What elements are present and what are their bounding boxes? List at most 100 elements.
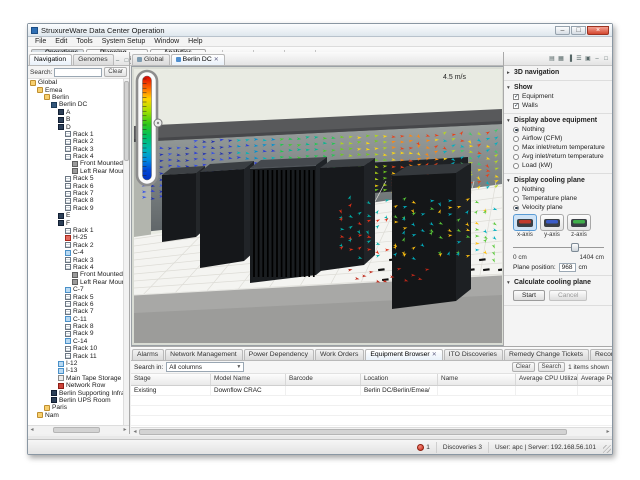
table-search-button[interactable]: Search — [538, 362, 566, 372]
tree-item-c-14[interactable]: C-14 — [28, 338, 123, 345]
bottom-tab-network-management[interactable]: Network Management — [165, 349, 243, 360]
menu-edit[interactable]: Edit — [51, 38, 71, 45]
tree-item-global[interactable]: Global — [28, 79, 123, 86]
split-view-icon[interactable]: ▐ — [566, 55, 574, 63]
bottom-tab-power-dependency[interactable]: Power Dependency — [244, 349, 314, 360]
tree-item-d[interactable]: D — [28, 123, 123, 130]
tree-item-rack-3[interactable]: Rack 3 — [28, 146, 123, 153]
radio-nothing[interactable]: Nothing — [504, 185, 612, 194]
tree-item-paris[interactable]: Paris — [28, 404, 123, 411]
tree-item-berlin-dc[interactable]: Berlin DC — [28, 101, 123, 108]
slider-thumb[interactable] — [571, 243, 579, 252]
column-name[interactable]: Name — [438, 374, 516, 385]
radio-load-kw[interactable]: Load (kW) — [504, 161, 612, 170]
tree-item-rack-7[interactable]: Rack 7 — [28, 308, 123, 315]
tree-item-berlin-supporting-infrastru[interactable]: Berlin Supporting Infrastru — [28, 389, 123, 396]
checkbox-equipment[interactable]: ✓Equipment — [504, 92, 612, 101]
tree-item-rack-1[interactable]: Rack 1 — [28, 131, 123, 138]
tree-item-berlin-ups-room[interactable]: Berlin UPS Room — [28, 397, 123, 404]
plane-slider[interactable] — [513, 243, 604, 252]
menu-help[interactable]: Help — [184, 38, 206, 45]
tree-item-rack-8[interactable]: Rack 8 — [28, 323, 123, 330]
tree-item-rack-8[interactable]: Rack 8 — [28, 197, 123, 204]
column-barcode[interactable]: Barcode — [286, 374, 361, 385]
tree-item-rack-2[interactable]: Rack 2 — [28, 242, 123, 249]
section-header-display-cooling-plane[interactable]: ▾Display cooling plane — [504, 176, 612, 185]
velocity-color-scale[interactable] — [134, 69, 164, 189]
section-header-show[interactable]: ▾Show — [504, 83, 612, 92]
tree-item-front-mounted[interactable]: Front Mounted — [28, 160, 123, 167]
bottom-tab-remedy-change-tickets[interactable]: Remedy Change Tickets — [504, 349, 589, 360]
menu-system-setup[interactable]: System Setup — [98, 38, 150, 45]
column-model-name[interactable]: Model Name — [211, 374, 286, 385]
radio-max-inlet-return-temperature[interactable]: Max inlet/return temperature — [504, 143, 612, 152]
tree-item-f[interactable]: F — [28, 219, 123, 226]
pin-view-icon[interactable]: ▣ — [584, 55, 592, 63]
section-header-3d-navigation[interactable]: ▸3D navigation — [504, 68, 612, 77]
close-tab-icon[interactable]: ✕ — [214, 56, 219, 63]
tree-item-rack-5[interactable]: Rack 5 — [28, 175, 123, 182]
tree-item-emea[interactable]: Emea — [28, 86, 123, 93]
tree-item-network-row[interactable]: Network Row — [28, 382, 123, 389]
tree-item-left-rear-moun[interactable]: Left Rear Moun — [28, 168, 123, 175]
scroll-right-icon[interactable]: ▸ — [604, 428, 612, 436]
tree-item-berlin[interactable]: Berlin — [28, 94, 123, 101]
layout-view-icon[interactable]: ▦ — [557, 55, 565, 63]
tree-item-c-11[interactable]: C-11 — [28, 316, 123, 323]
scroll-right-icon[interactable]: ▸ — [121, 426, 129, 434]
tree-item-i-12[interactable]: I-12 — [28, 360, 123, 367]
column-stage[interactable]: Stage — [131, 374, 211, 385]
3d-scene-canvas[interactable] — [134, 69, 502, 343]
bottom-tab-equipment-browser[interactable]: Equipment Browser✕ — [365, 349, 442, 360]
tree-item-rack-6[interactable]: Rack 6 — [28, 301, 123, 308]
bottom-tab-work-orders[interactable]: Work Orders — [315, 349, 364, 360]
menu-file[interactable]: File — [31, 38, 50, 45]
checkbox-walls[interactable]: ✓Walls — [504, 101, 612, 110]
tree-item-rack-11[interactable]: Rack 11 — [28, 352, 123, 359]
tree-clear-button[interactable]: Clear — [104, 67, 127, 77]
3d-scene[interactable]: 4.5 m/s — [134, 69, 502, 343]
tree-item-h-25[interactable]: H-25 — [28, 234, 123, 241]
tree-item-e[interactable]: E — [28, 212, 123, 219]
minimize-button[interactable]: – — [555, 26, 570, 35]
maximize-button[interactable]: □ — [571, 26, 586, 35]
cancel-button[interactable]: Cancel — [549, 290, 588, 301]
tree-item-b[interactable]: B — [28, 116, 123, 123]
maximize-view-icon[interactable]: □ — [123, 57, 131, 65]
tree-item-rack-5[interactable]: Rack 5 — [28, 293, 123, 300]
minimize-view-icon[interactable]: – — [114, 57, 122, 65]
tab-genomes[interactable]: Genomes — [73, 54, 113, 65]
editor-tab-berlin-dc[interactable]: Berlin DC✕ — [171, 54, 225, 65]
tree-search-input[interactable] — [54, 68, 102, 77]
column-average-cpu-utilization[interactable]: Average CPU Utilization ... — [516, 374, 578, 385]
tree-item-rack-10[interactable]: Rack 10 — [28, 345, 123, 352]
axis-button-x-axis[interactable]: x-axis — [513, 214, 537, 238]
console-view-icon[interactable]: ▤ — [548, 55, 556, 63]
tree-item-main-tape-storage[interactable]: Main Tape Storage — [28, 375, 123, 382]
menu-tools[interactable]: Tools — [72, 38, 96, 45]
table-row[interactable]: ExistingDownflow CRACBerlin DC/Berlin/Em… — [131, 386, 612, 396]
tree-item-c-7[interactable]: C-7 — [28, 286, 123, 293]
tree-item-front-mounted[interactable]: Front Mounted — [28, 271, 123, 278]
start-button[interactable]: Start — [513, 290, 545, 301]
search-column-select[interactable]: All columns▼ — [166, 362, 244, 372]
table-horizontal-scrollbar[interactable]: ◂ ▸ — [131, 427, 612, 436]
error-indicator-icon[interactable] — [417, 444, 424, 451]
table-clear-button[interactable]: Clear — [512, 362, 535, 372]
tree-item-rack-9[interactable]: Rack 9 — [28, 205, 123, 212]
tree-item-a[interactable]: A — [28, 109, 123, 116]
menu-window[interactable]: Window — [150, 38, 183, 45]
scroll-left-icon[interactable]: ◂ — [28, 426, 36, 434]
plane-position-value[interactable]: 968 — [559, 263, 576, 272]
section-header-display-above-equipment[interactable]: ▾Display above equipment — [504, 116, 612, 125]
close-button[interactable]: × — [587, 26, 609, 35]
tree-item-nam[interactable]: Nam — [28, 412, 123, 419]
radio-nothing[interactable]: Nothing — [504, 125, 612, 134]
tab-navigation[interactable]: Navigation — [29, 54, 72, 65]
tree-item-rack-6[interactable]: Rack 6 — [28, 182, 123, 189]
radio-avg-inlet-return-temperature[interactable]: Avg inlet/return temperature — [504, 152, 612, 161]
bottom-tab-recommendation[interactable]: Recommendation — [590, 349, 612, 360]
tree-vertical-scrollbar[interactable] — [123, 79, 129, 425]
resize-grip[interactable] — [603, 445, 611, 453]
tree-item-rack-9[interactable]: Rack 9 — [28, 330, 123, 337]
